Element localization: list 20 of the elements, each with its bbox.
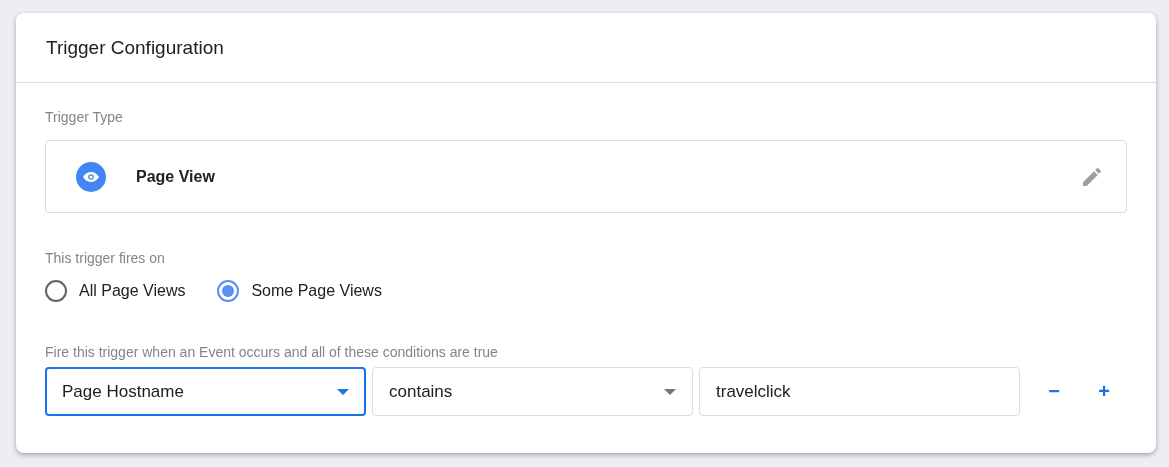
radio-icon[interactable] [217,280,240,302]
radio-label: All Page Views [79,282,186,300]
remove-button[interactable]: − [1034,373,1074,410]
section-label: This trigger fires on [45,250,166,266]
radio-option[interactable]: Some Page Views [217,280,382,302]
caret-icon [337,388,349,395]
add-button[interactable]: + [1084,373,1124,410]
input-field[interactable]: travelclick [699,367,1020,416]
card-title: Trigger Configuration [46,36,224,59]
dropdown-field[interactable]: contains [372,367,693,416]
radio-option[interactable]: All Page Views [45,280,186,302]
trigger-type-card[interactable]: Page View [45,140,1127,213]
trigger-type-name: Page View [136,167,216,186]
radio-icon[interactable] [45,280,67,302]
radio-label: Some Page Views [251,282,382,300]
eye-icon [76,161,106,192]
caret-icon [664,388,676,395]
dropdown-field[interactable]: Page Hostname [45,367,366,416]
section-label: Trigger Type [45,109,124,125]
section-label: Fire this trigger when an Event occurs and all of these conditions are true [45,344,499,360]
